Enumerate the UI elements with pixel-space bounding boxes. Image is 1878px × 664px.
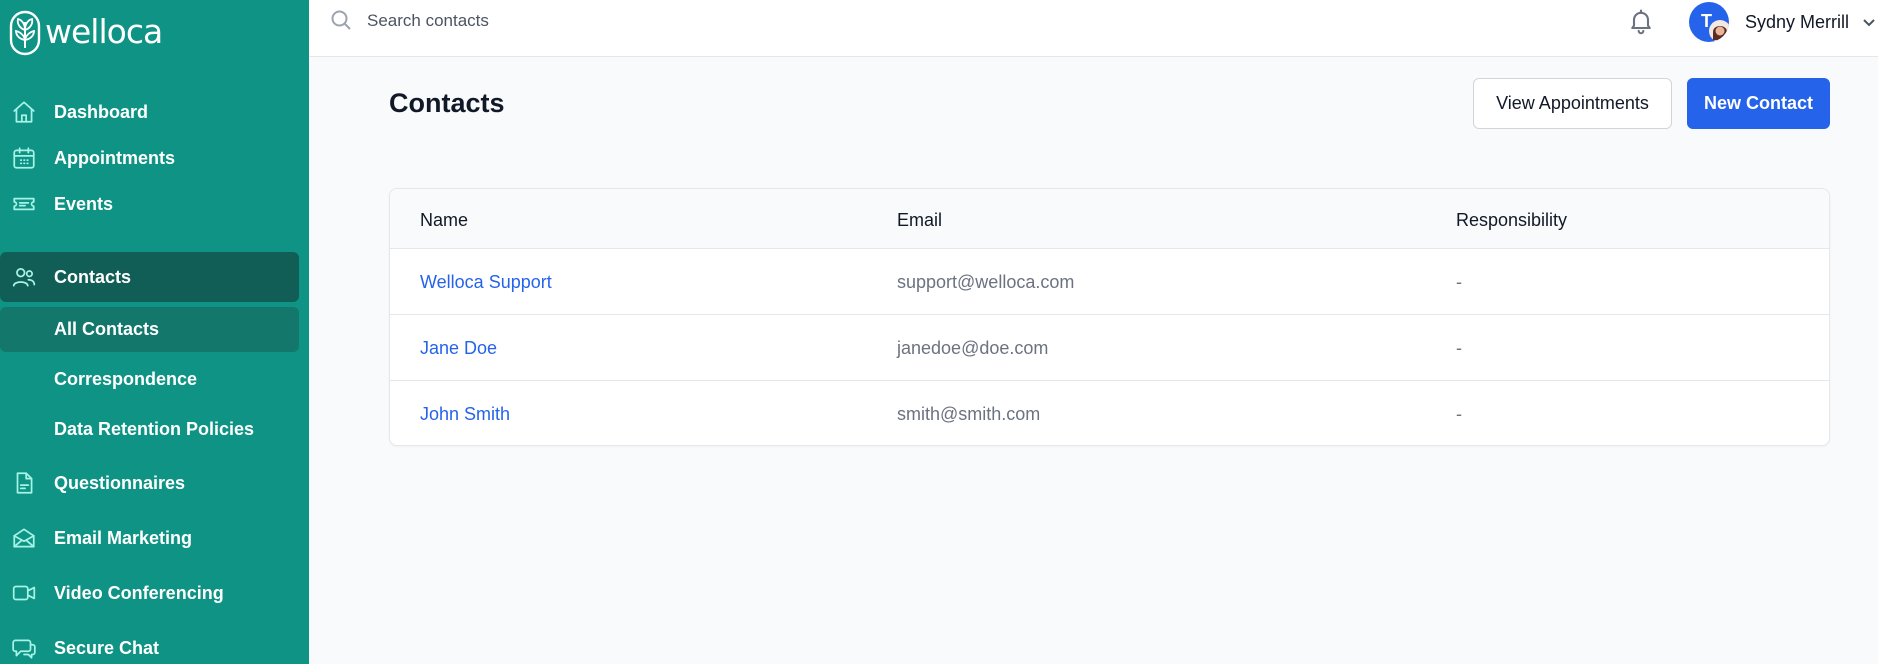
sidebar-subitem-correspondence[interactable]: Correspondence <box>0 357 299 402</box>
view-appointments-button[interactable]: View Appointments <box>1473 78 1672 129</box>
contact-email: smith@smith.com <box>897 404 1041 424</box>
avatar[interactable]: T <box>1689 2 1729 42</box>
table-row: John Smith smith@smith.com - <box>390 381 1829 445</box>
leaf-logo-icon <box>9 10 41 56</box>
contact-responsibility: - <box>1456 404 1462 424</box>
sidebar-subitem-label: Correspondence <box>54 369 198 389</box>
table-row: Jane Doe janedoe@doe.com - <box>390 315 1829 381</box>
bell-icon[interactable] <box>1627 7 1655 35</box>
sidebar-item-secure-chat[interactable]: Secure Chat <box>0 623 299 664</box>
column-header-email[interactable]: Email <box>897 210 942 231</box>
sidebar-item-email-marketing[interactable]: Email Marketing <box>0 513 299 563</box>
sidebar-item-questionnaires[interactable]: Questionnaires <box>0 458 299 508</box>
top-bar: T Sydny Merrill <box>309 0 1878 57</box>
contact-email: janedoe@doe.com <box>897 338 1049 358</box>
sidebar-item-label: Appointments <box>54 147 175 168</box>
ticket-icon <box>11 191 37 217</box>
contact-email: support@welloca.com <box>897 272 1075 292</box>
contact-name-link[interactable]: Jane Doe <box>420 338 497 359</box>
calendar-icon <box>11 145 37 171</box>
table-row: Welloca Support support@welloca.com - <box>390 249 1829 315</box>
sidebar-subitem-all-contacts[interactable]: All Contacts <box>0 307 299 352</box>
video-icon <box>11 580 37 606</box>
table-header: Name Email Responsibility <box>390 189 1829 249</box>
column-header-responsibility[interactable]: Responsibility <box>1456 210 1567 231</box>
sidebar-item-appointments[interactable]: Appointments <box>0 133 299 183</box>
column-header-name[interactable]: Name <box>420 210 468 231</box>
user-name[interactable]: Sydny Merrill <box>1745 12 1849 33</box>
search-input[interactable] <box>367 8 867 34</box>
sidebar-item-contacts[interactable]: Contacts <box>0 252 299 302</box>
contact-responsibility: - <box>1456 338 1462 358</box>
contact-name-link[interactable]: John Smith <box>420 404 510 425</box>
envelope-icon <box>11 525 37 551</box>
sidebar-item-events[interactable]: Events <box>0 179 299 229</box>
contact-name-link[interactable]: Welloca Support <box>420 272 552 293</box>
sidebar-subitem-label: All Contacts <box>54 319 160 339</box>
sidebar-subitem-data-retention-policies[interactable]: Data Retention Policies <box>0 407 299 452</box>
contact-responsibility: - <box>1456 272 1462 292</box>
chat-icon <box>11 635 37 661</box>
contacts-table: Name Email Responsibility Welloca Suppor… <box>389 188 1830 446</box>
document-icon <box>11 470 37 496</box>
sidebar-item-label: Video Conferencing <box>54 582 224 603</box>
sidebar-item-label: Dashboard <box>54 101 149 122</box>
sidebar-item-dashboard[interactable]: Dashboard <box>0 87 299 137</box>
sidebar-item-label: Events <box>54 193 114 214</box>
chevron-down-icon[interactable] <box>1861 14 1877 30</box>
sidebar-subitem-label: Data Retention Policies <box>54 419 255 439</box>
search-icon <box>329 8 353 32</box>
brand-logo[interactable]: welloca <box>9 8 163 58</box>
sidebar-item-video-conferencing[interactable]: Video Conferencing <box>0 568 299 618</box>
page-title: Contacts <box>389 88 505 118</box>
users-icon <box>11 264 37 290</box>
sidebar-item-label: Secure Chat <box>54 637 160 658</box>
sidebar-item-label: Email Marketing <box>54 527 193 548</box>
user-photo-icon <box>1709 20 1729 42</box>
new-contact-button[interactable]: New Contact <box>1687 78 1830 129</box>
sidebar-item-label: Contacts <box>54 266 132 287</box>
sidebar: welloca Dashboard Appointments Events Co… <box>0 0 309 664</box>
brand-name: welloca <box>45 11 163 51</box>
home-icon <box>11 99 37 125</box>
sidebar-item-label: Questionnaires <box>54 472 186 493</box>
